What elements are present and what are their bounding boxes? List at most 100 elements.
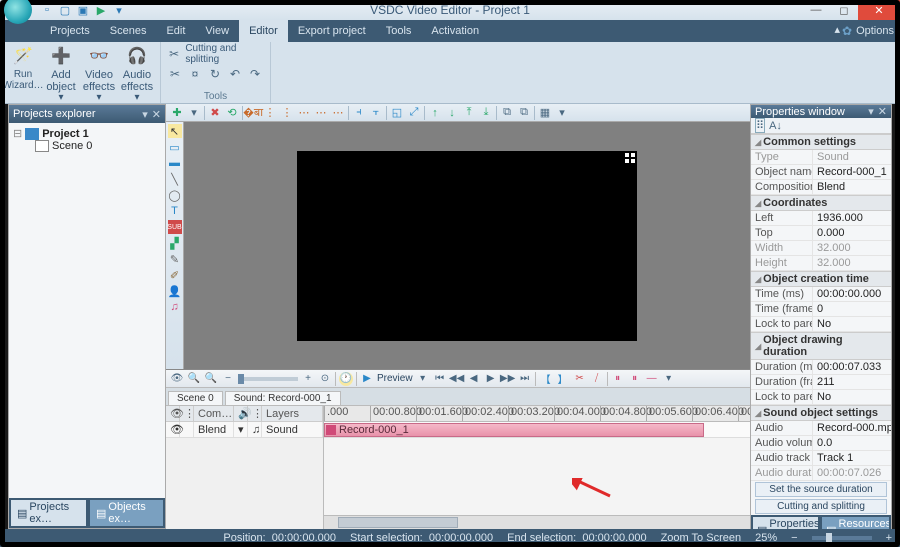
row-blend-drop-icon[interactable]: ▾ [234,422,248,437]
timeline-tab-scene[interactable]: Scene 0 [168,391,223,405]
tlt-eye-icon[interactable]: 👁 [170,372,184,386]
col-eye-icon[interactable]: 👁 [166,406,180,421]
prop-duration-ms[interactable]: Duration (ms00:00:07.033 [751,360,891,375]
group-coordinates[interactable]: ◢Coordinates [751,195,891,211]
menu-editor[interactable]: Editor [239,20,288,42]
tb-align-center-icon[interactable]: ⋮ [263,106,277,120]
collapse-icon[interactable]: ⊟ [13,127,22,140]
group-creation[interactable]: ◢Object creation time [751,271,891,287]
prop-time-frame[interactable]: Time (frame)0 [751,302,891,317]
tb-align-top-icon[interactable]: ⋯ [297,106,311,120]
panel-close-icon[interactable]: ✕ [152,108,161,121]
vt-person-icon[interactable]: 👤 [168,284,182,298]
tb-align-mid-icon[interactable]: ⋯ [314,106,328,120]
timeline-hscrollbar[interactable] [324,515,750,529]
tool-crop-icon[interactable]: ✂ [167,66,183,82]
row-blend[interactable]: Blend [194,422,234,437]
tb-bottom-icon[interactable]: ⤓ [479,106,493,120]
vt-brush-icon[interactable]: ✐ [168,268,182,282]
pin-icon[interactable]: ▾ [142,108,148,121]
tlt-end-icon[interactable]: ⏭ [518,372,532,386]
tool-redo-icon[interactable]: ↷ [247,66,263,82]
tlt-stepfwd-icon[interactable]: ▶ [484,372,498,386]
tb-up-icon[interactable]: ↑ [428,106,442,120]
timeline-tab-sound[interactable]: Sound: Record-000_1 [225,391,341,405]
menu-projects[interactable]: Projects [40,20,100,42]
tab-objects-explorer[interactable]: ▤Objects ex… [90,500,163,526]
menu-tools[interactable]: Tools [376,20,422,42]
col-handle-icon[interactable]: ⋮ [180,406,194,421]
tlt-marker2-icon[interactable]: ⏸ [628,372,642,386]
tool-undo-icon[interactable]: ↶ [227,66,243,82]
tb-paste-icon[interactable]: ⧉ [517,106,531,120]
prop-lock-parent-1[interactable]: Lock to parenNo [751,317,891,332]
pin-icon[interactable]: ▾ [868,105,874,118]
resize-handle-icon[interactable] [625,153,635,163]
tb-grid-icon[interactable]: ▦ [538,106,552,120]
prop-duration-frame[interactable]: Duration (fra211 [751,375,891,390]
add-object-button[interactable]: ➕ Add object ▾ [44,44,78,104]
tb-fit-icon[interactable]: ◱ [390,106,404,120]
tb-align-bot-icon[interactable]: ⋯ [331,106,345,120]
tb-align-left-icon[interactable]: �बा [246,106,260,120]
tb-dist-v-icon[interactable]: ⫟ [369,106,383,120]
tlt-more-icon[interactable]: ▾ [662,372,676,386]
menu-scenes[interactable]: Scenes [100,20,157,42]
vt-cursor-icon[interactable]: ↖ [168,124,182,138]
zoom-minus-icon[interactable]: − [791,532,797,544]
set-source-duration-button[interactable]: Set the source duration [755,482,887,497]
zoom-plus-icon[interactable]: + [886,532,892,544]
audio-clip[interactable]: Record-000_1 [324,423,704,437]
audio-effects-button[interactable]: 🎧 Audio effects ▾ [120,44,154,104]
prop-top[interactable]: Top0.000 [751,226,891,241]
col-audio-icon[interactable]: 🔊 [234,406,248,421]
tlt-plus-icon[interactable]: + [301,372,315,386]
tlt-prev-icon[interactable]: ◀◀ [450,372,464,386]
group-common[interactable]: ◢Common settings [751,134,891,150]
categorized-icon[interactable]: ⠿ [755,118,765,133]
prop-audio-volume[interactable]: Audio volume (0.0 [751,436,891,451]
col-lock-icon[interactable]: ⋮ [248,406,262,421]
alphabetical-icon[interactable]: A↓ [769,120,782,132]
preview-area[interactable] [184,122,750,369]
tlt-zoomout-icon[interactable]: 🔍 [187,372,201,386]
vt-chart-icon[interactable]: ▞ [168,236,182,250]
scrollbar-thumb[interactable] [338,517,458,528]
tab-projects-explorer[interactable]: ▤Projects ex… [11,500,86,526]
tlt-stepback-icon[interactable]: ◀ [467,372,481,386]
vt-text-icon[interactable]: T [168,204,182,218]
video-effects-button[interactable]: 👓 Video effects ▾ [82,44,116,104]
status-zoom-label[interactable]: Zoom To Screen [661,532,742,544]
tlt-play-icon[interactable]: ▶ [360,372,374,386]
tb-stretch-icon[interactable]: ⤢ [407,106,421,120]
panel-close-icon[interactable]: ✕ [878,105,887,118]
cut-split-label[interactable]: Cutting and splitting [185,46,264,62]
tlt-clock-icon[interactable]: 🕐 [339,372,353,386]
track-row[interactable]: 👁 Blend ▾ ♫ Sound [166,422,323,438]
maximize-button[interactable]: ◻ [830,0,858,20]
prop-audio[interactable]: AudioRecord-000.mp3; [751,421,891,436]
tlt-next-icon[interactable]: ▶▶ [501,372,515,386]
tb-dist-h-icon[interactable]: ⫞ [352,106,366,120]
ribbon-collapse-icon[interactable]: ▴ [834,23,840,36]
tlt-zoomin-icon[interactable]: 🔍 [204,372,218,386]
vt-line-icon[interactable]: ╲ [168,172,182,186]
tlt-marker3-icon[interactable]: — [645,372,659,386]
tb-top-icon[interactable]: ⤒ [462,106,476,120]
cutting-splitting-button[interactable]: Cutting and splitting [755,499,887,514]
zoom-slider[interactable] [812,536,872,540]
prop-time-ms[interactable]: Time (ms)00:00:00.000 [751,287,891,302]
tlt-zoom-slider[interactable] [238,377,298,381]
tb-copy-icon[interactable]: ⧉ [500,106,514,120]
group-sound[interactable]: ◢Sound object settings [751,405,891,421]
prop-lock-parent-2[interactable]: Lock to parenNo [751,390,891,405]
menu-activation[interactable]: Activation [421,20,489,42]
vt-audio-icon[interactable]: ♫ [168,300,182,314]
timeline-track[interactable]: Record-000_1 [324,422,750,438]
tlt-preview-drop-icon[interactable]: ▾ [416,372,430,386]
row-eye-icon[interactable]: 👁 [166,422,180,437]
tlt-fit-icon[interactable]: ⊙ [318,372,332,386]
tlt-cut-icon[interactable]: ✂ [573,372,587,386]
tb-more-icon[interactable]: ▾ [555,106,569,120]
vt-image-icon[interactable]: ▬ [168,156,182,170]
